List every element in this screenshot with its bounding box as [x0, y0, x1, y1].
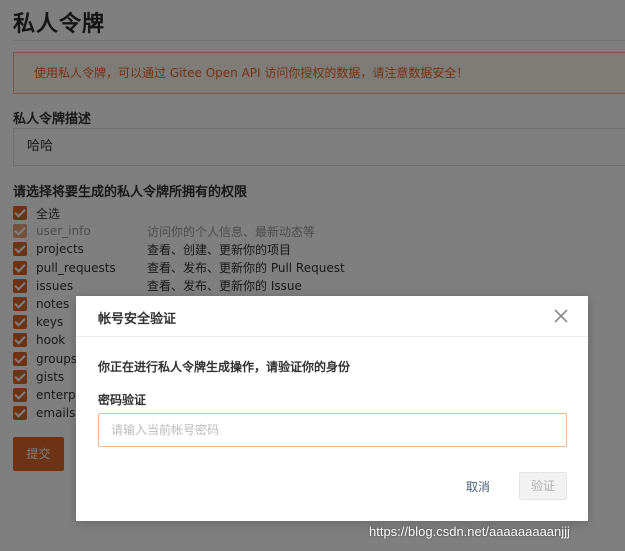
password-input[interactable]	[98, 413, 567, 447]
cancel-button[interactable]: 取消	[466, 478, 490, 495]
dialog-message: 你正在进行私人令牌生成操作，请验证你的身份	[98, 360, 351, 374]
dialog-title: 帐号安全验证	[98, 312, 177, 327]
password-label: 密码验证	[98, 393, 147, 407]
close-icon[interactable]	[552, 307, 570, 325]
watermark-text: https://blog.csdn.net/aaaaaaaaanjjj	[369, 524, 570, 539]
dialog-header: 帐号安全验证	[76, 296, 588, 337]
verify-button[interactable]: 验证	[519, 472, 567, 500]
verify-dialog: 帐号安全验证 你正在进行私人令牌生成操作，请验证你的身份 密码验证 取消 验证	[76, 296, 588, 521]
